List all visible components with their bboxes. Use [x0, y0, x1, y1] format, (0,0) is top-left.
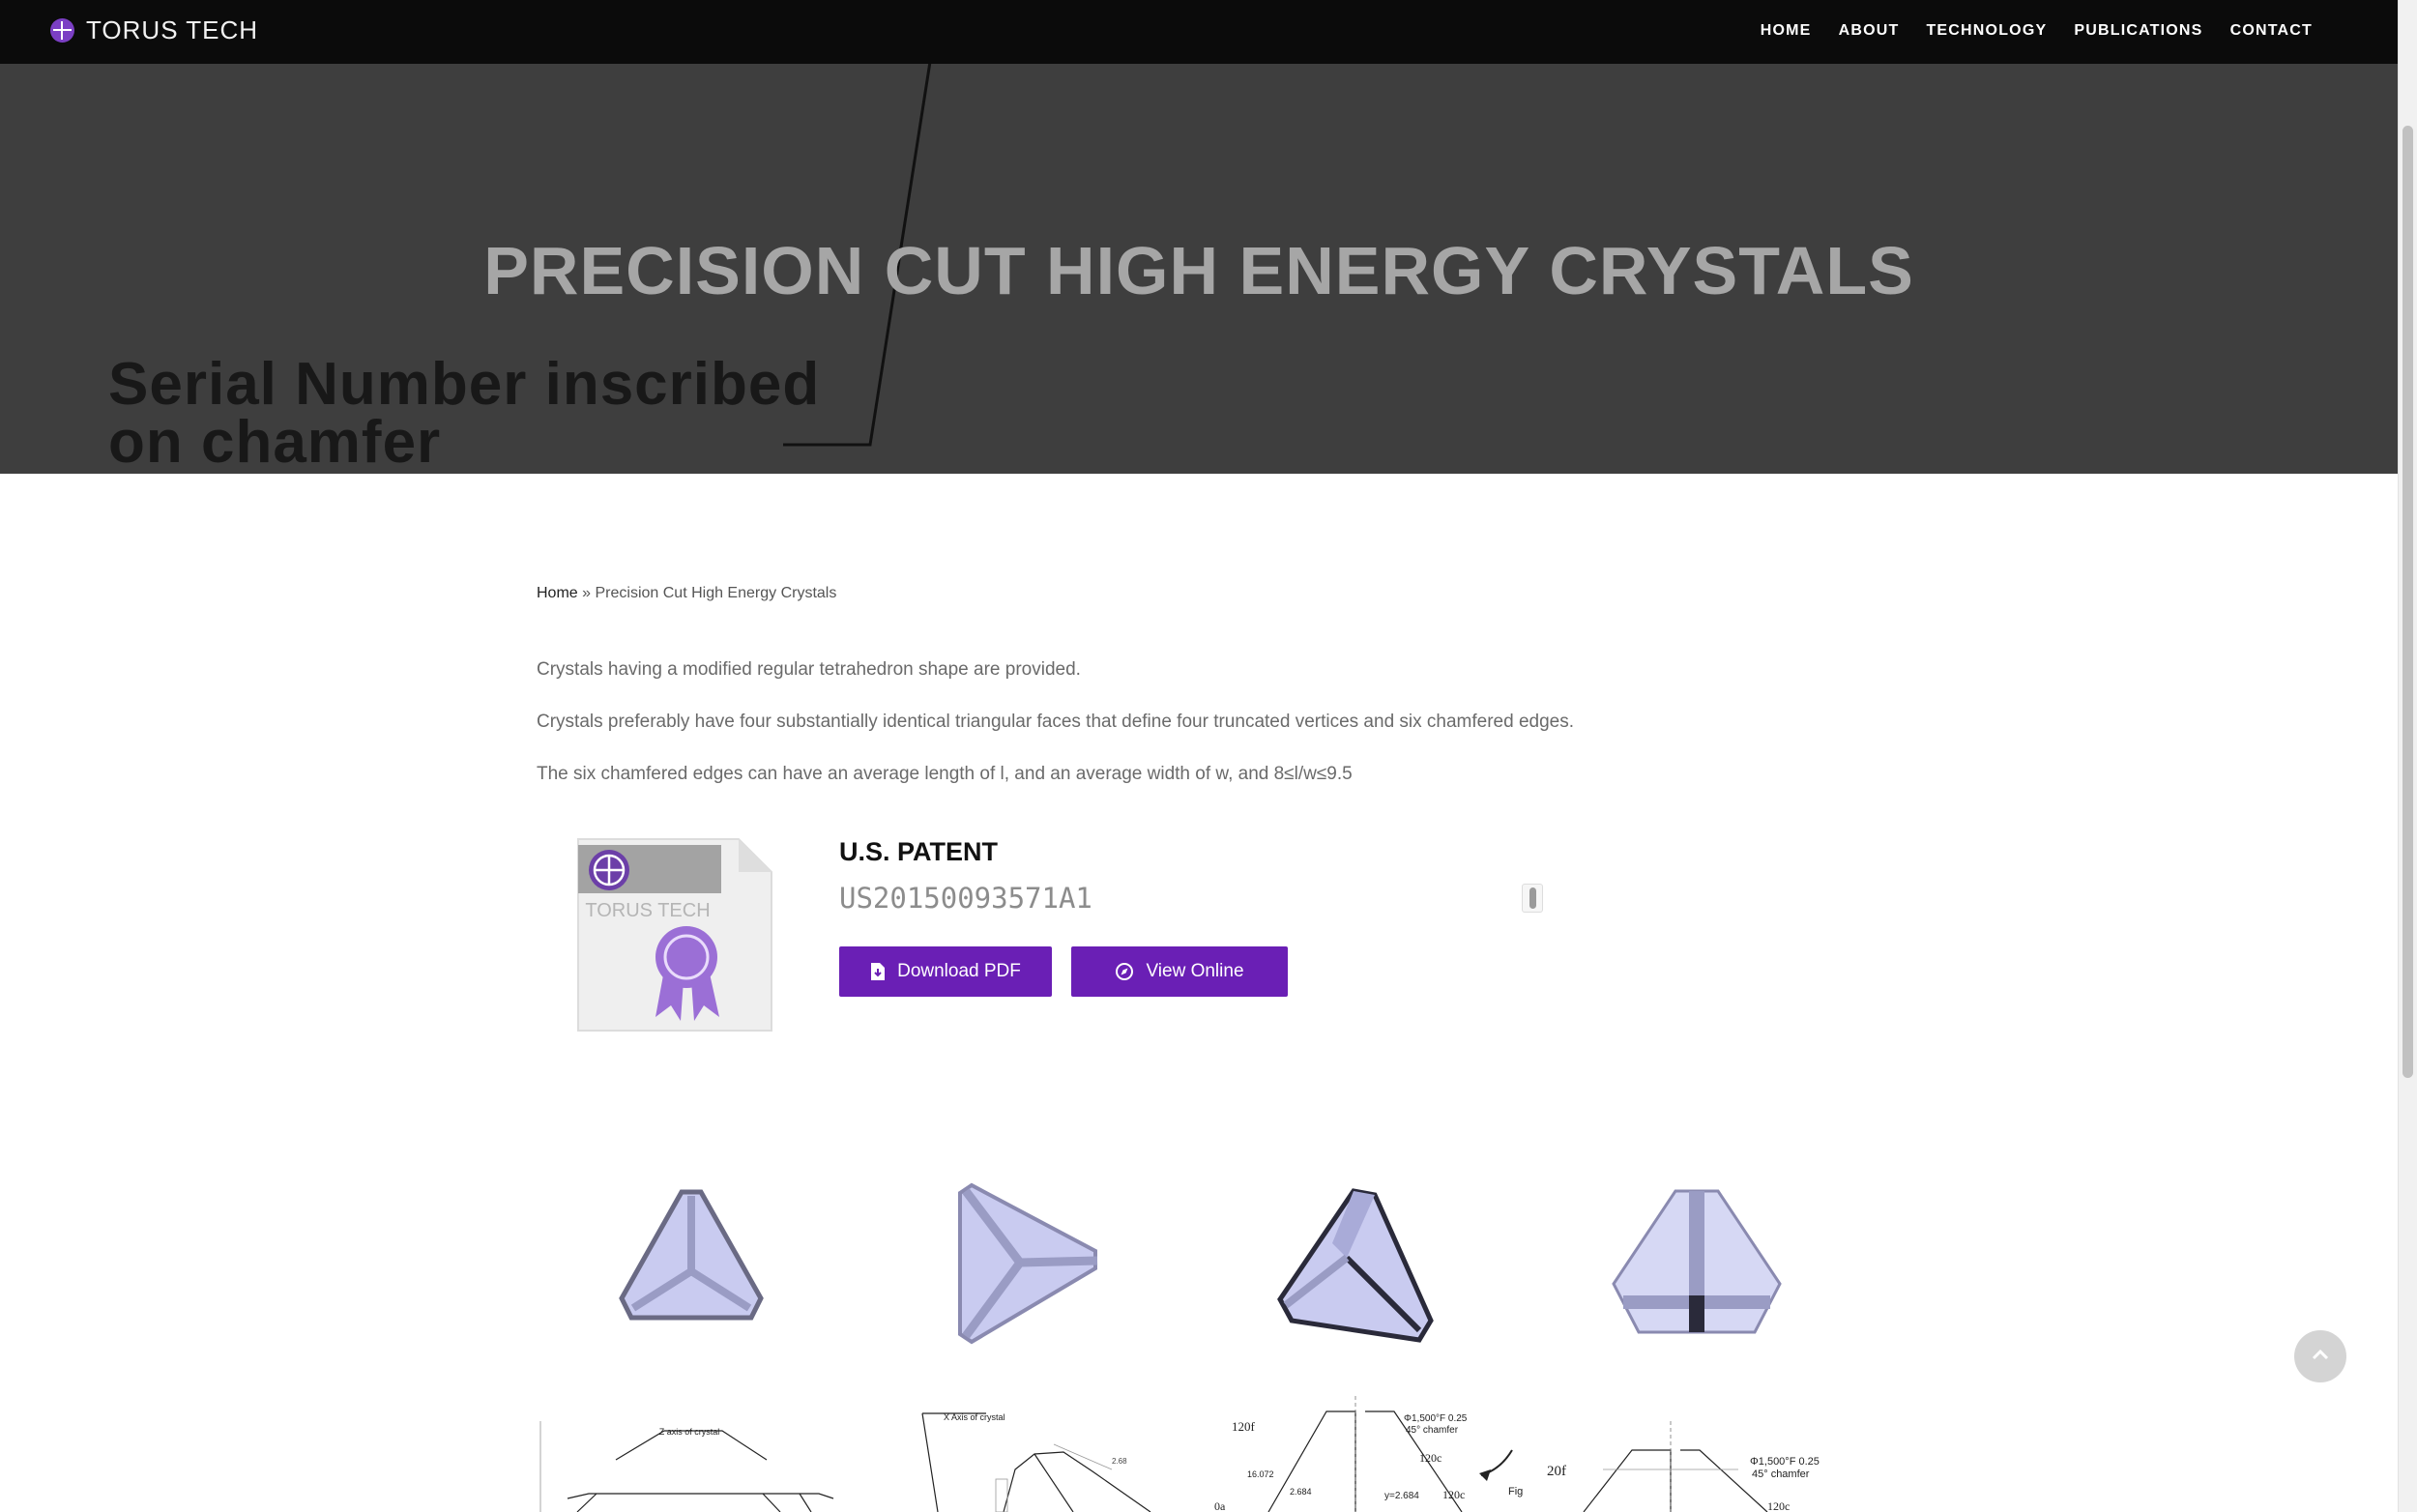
svg-text:Z axis of crystal: Z axis of crystal: [659, 1427, 720, 1437]
compass-icon: [1115, 962, 1134, 981]
technical-drawing-1[interactable]: Z axis of crystal: [539, 1392, 846, 1512]
hero-background-text: Serial Number inscribed on chamfer: [108, 351, 821, 474]
crystal-image-4[interactable]: [1610, 1187, 1784, 1352]
site-logo[interactable]: TORUS TECH: [50, 15, 258, 45]
svg-text:Φ1,500°F 0.25: Φ1,500°F 0.25: [1404, 1413, 1468, 1424]
patent-document-icon: TORUS TECH: [576, 837, 773, 1032]
patent-number: US20150093571A1: [839, 882, 1092, 915]
brand-name: TORUS TECH: [86, 15, 259, 44]
chevron-up-icon: [2311, 1348, 2330, 1366]
breadcrumb-separator: »: [577, 585, 596, 601]
patent-label: U.S. PATENT: [839, 837, 999, 866]
svg-text:0a: 0a: [1214, 1499, 1226, 1512]
hero-banner: Serial Number inscribed on chamfer PRECI…: [0, 0, 2398, 474]
svg-text:y=2.684: y=2.684: [1384, 1491, 1419, 1501]
view-online-button[interactable]: View Online: [1071, 946, 1288, 997]
crystal-image-3[interactable]: [1274, 1185, 1439, 1350]
page-scrollbar-thumb[interactable]: [2402, 126, 2413, 1078]
nav-item-technology[interactable]: TECHNOLOGY: [1926, 22, 2047, 40]
file-download-icon: [870, 962, 886, 981]
svg-text:20f: 20f: [1547, 1464, 1566, 1479]
svg-text:2.68: 2.68: [1112, 1457, 1127, 1466]
svg-text:Fig: Fig: [1508, 1486, 1523, 1497]
svg-text:2.684: 2.684: [1290, 1487, 1312, 1497]
torus-logo-icon: [50, 18, 74, 43]
technical-drawing-3[interactable]: 120f Φ1,500°F 0.25 45° chamfer 120c 120c…: [1210, 1392, 1525, 1512]
svg-text:120f: 120f: [1232, 1419, 1256, 1434]
description-paragraph-1: Crystals having a modified regular tetra…: [537, 659, 1081, 680]
nav-item-publications[interactable]: PUBLICATIONS: [2074, 22, 2202, 40]
back-to-top-button[interactable]: [2294, 1330, 2346, 1382]
description-paragraph-2: Crystals preferably have four substantia…: [537, 712, 1575, 732]
svg-text:45° chamfer: 45° chamfer: [1752, 1468, 1810, 1480]
svg-text:TORUS TECH: TORUS TECH: [585, 900, 710, 921]
breadcrumb: Home » Precision Cut High Energy Crystal…: [537, 585, 836, 602]
top-navbar: TORUS TECH HOME ABOUT TECHNOLOGY PUBLICA…: [0, 0, 2398, 64]
nav-item-contact[interactable]: CONTACT: [2230, 22, 2313, 40]
patent-number-scroll-handle[interactable]: [1522, 884, 1543, 913]
crystal-image-2[interactable]: [952, 1181, 1107, 1351]
view-online-label: View Online: [1146, 961, 1244, 981]
nav-menu: HOME ABOUT TECHNOLOGY PUBLICATIONS CONTA…: [1761, 22, 2313, 40]
nav-item-about[interactable]: ABOUT: [1839, 22, 1900, 40]
nav-item-home[interactable]: HOME: [1761, 22, 1812, 40]
svg-text:120c: 120c: [1767, 1499, 1790, 1512]
download-pdf-button[interactable]: Download PDF: [839, 946, 1052, 997]
page-title: PRECISION CUT HIGH ENERGY CRYSTALS: [483, 233, 1914, 308]
svg-text:45° chamfer: 45° chamfer: [1406, 1425, 1459, 1436]
svg-text:Φ1,500°F 0.25: Φ1,500°F 0.25: [1750, 1456, 1820, 1468]
download-pdf-label: Download PDF: [897, 961, 1021, 981]
svg-text:16.072: 16.072: [1247, 1469, 1274, 1479]
description-paragraph-3: The six chamfered edges can have an aver…: [537, 764, 1353, 784]
crystal-image-1[interactable]: [614, 1184, 769, 1329]
breadcrumb-home-link[interactable]: Home: [537, 585, 578, 601]
technical-drawing-4[interactable]: 20f Φ1,500°F 0.25 45° chamfer 120c: [1545, 1392, 1847, 1512]
breadcrumb-current: Precision Cut High Energy Crystals: [595, 585, 837, 601]
technical-drawing-2[interactable]: X Axis of crystal 2.68: [918, 1392, 1181, 1512]
